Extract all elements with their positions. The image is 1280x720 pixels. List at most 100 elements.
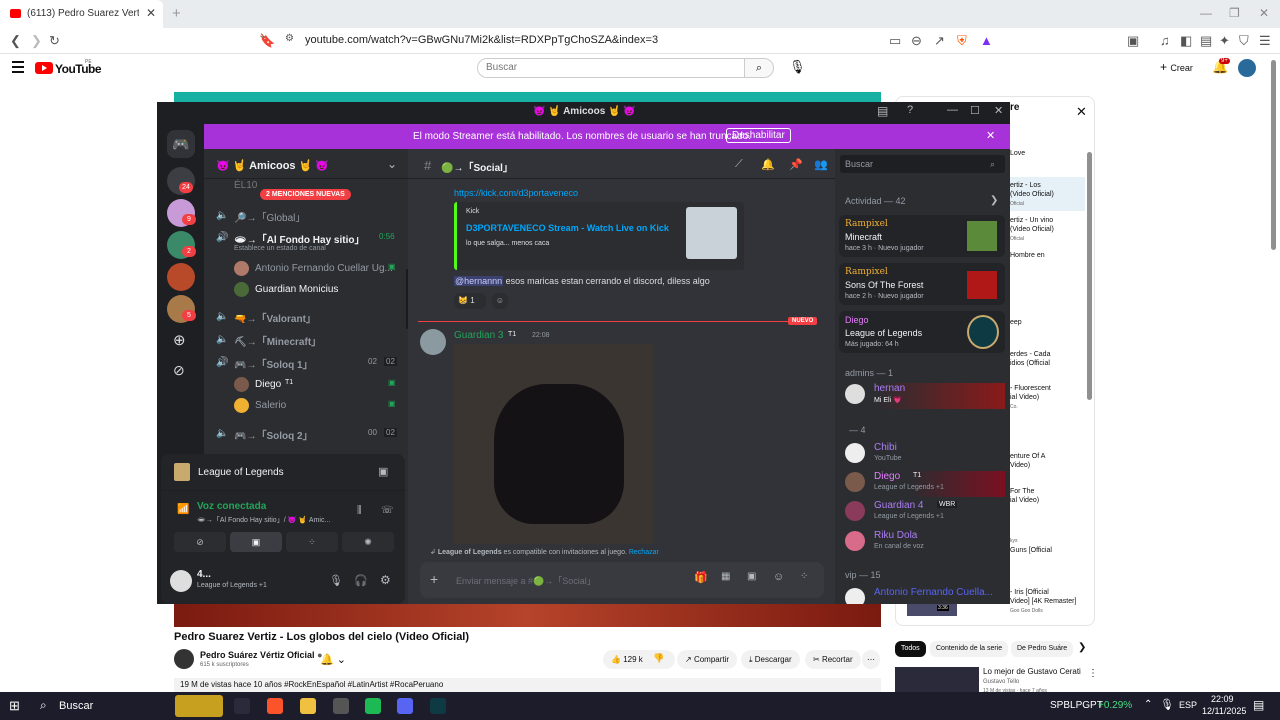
member-list-icon[interactable]: 👥 xyxy=(814,158,828,171)
embed-title[interactable]: D3PORTAVENECO Stream - Watch Live on Kic… xyxy=(466,223,669,233)
chips-next-icon[interactable]: ❯ xyxy=(1078,642,1086,653)
member-item[interactable]: Diego T1 League of Legends +1 xyxy=(845,471,1005,497)
disable-streamer-button[interactable]: Deshabilitar xyxy=(726,128,791,143)
split-view-icon[interactable]: ◧ xyxy=(1180,33,1192,49)
playlist-item[interactable]: enture Of A Video) xyxy=(1010,452,1045,470)
sidebar-icon[interactable]: ▣ xyxy=(1127,33,1139,49)
url-field[interactable]: youtube.com/watch?v=GBwGNu7Mi2k&list=RDX… xyxy=(305,34,658,46)
attach-plus-icon[interactable]: + xyxy=(430,571,438,587)
chip-channel[interactable]: De Pedro Suáre xyxy=(1011,641,1073,657)
voice-channel-valorant[interactable]: 🔈 🔫→「Valorant」 xyxy=(204,308,408,326)
reject-link[interactable]: Rechazar xyxy=(629,549,659,556)
screen-share-button[interactable]: ▣ xyxy=(230,532,282,552)
new-mentions-pill[interactable]: 2 MENCIONES NUEVAS xyxy=(260,189,351,200)
user-avatar[interactable] xyxy=(170,570,192,592)
discover-icon[interactable]: ⊘ xyxy=(173,362,185,379)
close-window-icon[interactable]: ✕ xyxy=(1259,6,1269,20)
member-item[interactable]: Riku Dola En canal de voz xyxy=(845,530,1005,556)
voice-search-icon[interactable]: 🎙 xyxy=(789,59,806,75)
vpn-icon[interactable]: ⛉ xyxy=(1239,33,1249,49)
video-description[interactable]: 19 M de vistas hace 10 años #RockEnEspañ… xyxy=(174,678,881,692)
media-icon[interactable]: ♫ xyxy=(1160,33,1170,48)
brave-icon[interactable] xyxy=(267,698,283,714)
widget-icon[interactable] xyxy=(175,695,223,717)
site-info-icon[interactable]: ⚙ xyxy=(285,33,294,44)
dog-photo[interactable] xyxy=(454,344,654,544)
minimize-icon[interactable]: — xyxy=(1200,6,1212,20)
notification-center-icon[interactable]: ▤ xyxy=(1253,698,1264,712)
bookmark-icon[interactable]: 🔖 xyxy=(259,33,275,49)
channel-status-prompt[interactable]: Establece un estado de canal xyxy=(234,245,326,252)
download-button[interactable]: ⤓ Descargar xyxy=(741,650,800,669)
activity-share-icon[interactable]: ▣ xyxy=(378,465,388,478)
add-reaction-icon[interactable]: ☺ xyxy=(492,293,508,309)
windows-start-icon[interactable]: ⊞ xyxy=(9,698,20,714)
author-avatar[interactable] xyxy=(420,329,446,355)
language-indicator[interactable]: ESP xyxy=(1179,700,1197,710)
noise-suppression-icon[interactable]: ⫼ xyxy=(357,505,362,516)
mic-icon[interactable]: 🎙 xyxy=(1160,698,1174,711)
playlist-item[interactable]: Hombre en xyxy=(1010,251,1045,260)
clip-button[interactable]: ✂ Recortar xyxy=(805,650,861,669)
create-button[interactable]: + Crear xyxy=(1160,60,1193,74)
chip-series[interactable]: Contenido de la serie xyxy=(930,641,1009,657)
wallet-icon[interactable]: ▤ xyxy=(1200,33,1212,49)
close-playlist-icon[interactable]: ✕ xyxy=(1076,104,1087,120)
playlist-item[interactable]: erdes - Cada idios (Official xyxy=(1010,350,1050,368)
app-icon[interactable] xyxy=(333,698,349,714)
user-name[interactable]: 4... xyxy=(197,569,211,580)
playlist-item[interactable]: Love xyxy=(1010,149,1025,158)
voice-member[interactable]: Antonio Fernando Cuellar Ug... ▣ xyxy=(204,260,408,278)
camera-off-button[interactable]: ⊘ xyxy=(174,532,226,552)
gift-icon[interactable]: 🎁 xyxy=(694,571,708,584)
stock-ticker[interactable]: SPBLPGPT xyxy=(1050,700,1103,711)
voice-member[interactable]: Diego T1 ▣ xyxy=(204,376,408,394)
member-item[interactable]: Chibi YouTube xyxy=(845,442,1005,468)
channel-avatar[interactable] xyxy=(174,649,194,669)
avatar[interactable] xyxy=(1238,59,1256,77)
youtube-logo-icon[interactable] xyxy=(35,62,53,74)
brave-shield-icon[interactable]: ⛨ xyxy=(957,33,967,49)
recommended-title[interactable]: Lo mejor de Gustavo Cerati xyxy=(983,667,1081,676)
server-icon[interactable] xyxy=(167,263,195,291)
kick-link[interactable]: https://kick.com/d3portaveneco xyxy=(454,188,578,198)
reload-icon[interactable]: ↻ xyxy=(49,33,60,49)
search-input[interactable]: Buscar xyxy=(477,58,745,78)
emoji-icon[interactable]: ☺ xyxy=(773,571,784,583)
tray-chevron-icon[interactable]: ⌃ xyxy=(1144,699,1152,710)
playlist-scrollbar[interactable] xyxy=(1087,152,1092,400)
search-icon[interactable]: ⌕ xyxy=(40,698,47,713)
activity-card[interactable]: Diego League of Legends Más jugado: 64 h xyxy=(839,311,1005,353)
help-icon[interactable]: ? xyxy=(907,104,913,116)
chip-all[interactable]: Todos xyxy=(895,641,926,657)
channel-name[interactable]: Pedro Suárez Vértiz Oficial ● xyxy=(200,650,323,660)
apps-icon[interactable]: ⁘ xyxy=(800,571,808,582)
playlist-item[interactable]: - Iris [Official Video] [4K Remaster] Goo… xyxy=(1010,588,1076,616)
embed-thumbnail[interactable] xyxy=(686,207,737,259)
lol-icon[interactable] xyxy=(430,698,446,714)
maximize-icon[interactable]: ☐ xyxy=(970,104,980,117)
soundboard-button[interactable]: ✺ xyxy=(342,532,394,552)
user-mention[interactable]: @hernannn xyxy=(454,276,504,286)
author-name[interactable]: Guardian 3 xyxy=(454,330,503,341)
close-tab-icon[interactable]: ✕ xyxy=(146,6,156,20)
disconnect-icon[interactable]: ☏ xyxy=(381,505,394,516)
notification-bell-icon[interactable]: 🔔 xyxy=(761,158,775,171)
menu-icon[interactable]: ☰ xyxy=(1259,33,1271,49)
voice-member[interactable]: Salerio ▣ xyxy=(204,397,408,415)
browser-tab[interactable]: (6113) Pedro Suarez Vertiz - Los ✕ xyxy=(0,0,163,28)
gif-icon[interactable]: ▦ xyxy=(721,571,730,582)
activity-card[interactable]: Rampixel Minecraft hace 3 h · Nuevo juga… xyxy=(839,215,1005,257)
voice-member[interactable]: Guardian Monicius xyxy=(204,281,408,299)
search-button[interactable]: ⌕ xyxy=(744,58,774,78)
close-banner-icon[interactable]: ✕ xyxy=(986,129,995,142)
voice-channel-soloq2[interactable]: 🔈 🎮→「Soloq 2」 00 02 xyxy=(204,425,408,443)
activity-game[interactable]: League of Legends xyxy=(198,467,284,478)
task-view-icon[interactable] xyxy=(234,698,250,714)
inbox-icon[interactable]: ▤ xyxy=(877,104,888,118)
taskbar-search[interactable]: Buscar xyxy=(59,700,93,712)
more-actions-button[interactable]: ⋯ xyxy=(862,650,880,669)
playlist-item[interactable]: ertiz - Un vino (Video Oficial) Oficial xyxy=(1010,216,1054,244)
close-icon[interactable]: ✕ xyxy=(994,104,1003,117)
pin-icon[interactable]: 📌 xyxy=(789,158,803,171)
